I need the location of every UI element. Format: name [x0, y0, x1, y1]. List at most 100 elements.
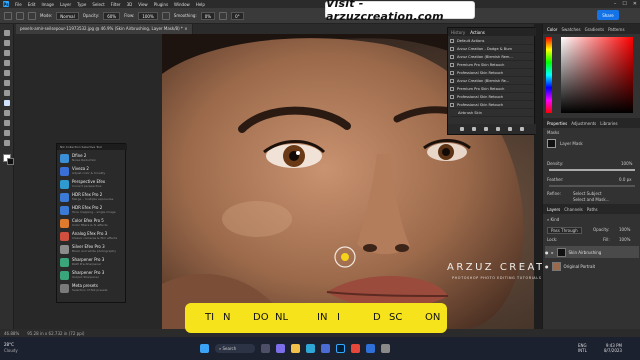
select-subject-button[interactable]: Select Subject: [573, 191, 602, 196]
eyedropper-tool-icon[interactable]: [4, 80, 10, 86]
settings-icon[interactable]: [381, 344, 390, 353]
plugin-item[interactable]: Silver Efex Pro 3 Black and white photogr…: [60, 243, 124, 256]
move-tool-icon[interactable]: [4, 30, 10, 36]
angle-field[interactable]: 0°: [231, 11, 244, 20]
dodge-tool-icon[interactable]: [4, 140, 10, 146]
airbrush-icon[interactable]: [161, 11, 170, 20]
new-set-icon[interactable]: [496, 127, 500, 131]
menu-select[interactable]: Select: [92, 2, 104, 7]
plugin-item[interactable]: Color Efex Pro 5 Color filters & fx effec…: [60, 217, 124, 230]
checkbox-icon[interactable]: [450, 102, 454, 107]
eye-icon[interactable]: ●: [545, 250, 549, 255]
healing-brush-icon[interactable]: [4, 90, 10, 96]
play-icon[interactable]: [484, 127, 488, 131]
fill-field[interactable]: 100%: [619, 237, 630, 242]
layer-opacity-field[interactable]: 100%: [619, 227, 630, 232]
windows-icon[interactable]: [200, 344, 209, 353]
plugin-item[interactable]: HDR Efex Pro 2 Tone mapping – single imag…: [60, 204, 124, 217]
menu-window[interactable]: Window: [174, 2, 190, 7]
plugin-item[interactable]: HDR Efex Pro 2 Merge – multiple exposures: [60, 191, 124, 204]
action-set-item[interactable]: Professional Skin Retouch: [450, 69, 534, 77]
menu-type[interactable]: Type: [77, 2, 86, 7]
hue-slider[interactable]: [546, 37, 552, 113]
checkbox-icon[interactable]: [450, 70, 454, 75]
feather-value[interactable]: 0.0 px: [619, 177, 632, 182]
tab-actions[interactable]: Actions: [470, 30, 485, 35]
tab-patterns[interactable]: Patterns: [608, 27, 624, 32]
tab-color[interactable]: Color: [547, 27, 557, 32]
brush-tool-icon[interactable]: [4, 100, 10, 106]
explorer-icon[interactable]: [291, 344, 300, 353]
action-set-item[interactable]: Premium Pro Skin Retouch: [450, 61, 534, 69]
action-set-item[interactable]: Default Actions: [450, 37, 534, 45]
brush-tool-icon[interactable]: [16, 11, 24, 20]
menu-plugins[interactable]: Plugins: [154, 2, 168, 7]
plugin-item[interactable]: Sharpener Pro 3 RAW Pre-Sharpener: [60, 256, 124, 269]
plugin-item[interactable]: Perspective Efex Correct perspective: [60, 178, 124, 191]
action-item[interactable]: Airbrush Skin: [450, 109, 534, 117]
layer-row[interactable]: ● Original Portrait: [545, 260, 639, 272]
new-action-icon[interactable]: [508, 127, 512, 131]
tab-history[interactable]: History: [451, 30, 465, 35]
mail-icon[interactable]: [366, 344, 375, 353]
store-icon[interactable]: [321, 344, 330, 353]
menu-filter[interactable]: Filter: [111, 2, 121, 7]
plugin-item[interactable]: Meta presets Selection of Nik presets: [60, 282, 124, 295]
tab-adjustments[interactable]: Adjustments: [571, 121, 596, 126]
feather-slider[interactable]: [549, 185, 635, 187]
tab-libraries[interactable]: Libraries: [600, 121, 617, 126]
marquee-tool-icon[interactable]: [4, 40, 10, 46]
photoshop-icon[interactable]: [336, 344, 345, 353]
action-set-item[interactable]: Premium Pro Skin Retouch: [450, 85, 534, 93]
share-button[interactable]: Share: [597, 10, 619, 20]
plugin-item[interactable]: Sharpener Pro 3 Output Sharpener: [60, 269, 124, 282]
checkbox-icon[interactable]: [450, 38, 454, 43]
action-set-item[interactable]: Arzuz Creation (Blemish Re...: [450, 77, 534, 85]
color-picker-field[interactable]: [561, 37, 633, 113]
action-set-item[interactable]: Professional Skin Retouch: [450, 101, 534, 109]
eraser-tool-icon[interactable]: [4, 120, 10, 126]
mask-thumbnail[interactable]: [547, 139, 556, 148]
mode-select[interactable]: Normal: [56, 11, 79, 20]
zoom-level[interactable]: 46.88%: [4, 331, 19, 336]
taskbar-search[interactable]: ⌕ Search: [215, 344, 255, 353]
background-color-swatch[interactable]: [7, 158, 14, 165]
menu-view[interactable]: View: [138, 2, 148, 7]
weather-widget[interactable]: 28°C Cloudy: [4, 342, 18, 354]
plugin-item[interactable]: Analog Efex Pro 3 Classic cameras & film …: [60, 230, 124, 243]
trash-icon[interactable]: [520, 127, 524, 131]
layer-mask-thumbnail[interactable]: [556, 247, 566, 257]
tab-layers[interactable]: Layers: [547, 207, 560, 212]
quick-select-tool-icon[interactable]: [4, 60, 10, 66]
language-indicator[interactable]: ENG INTL: [578, 343, 587, 353]
brush-preset-icon[interactable]: [28, 11, 36, 20]
checkbox-icon[interactable]: [450, 94, 454, 99]
task-view-icon[interactable]: [261, 344, 270, 353]
blend-mode-select[interactable]: Pass Through: [547, 227, 582, 234]
menu-help[interactable]: Help: [196, 2, 205, 7]
action-set-item[interactable]: Arzuz Creation - Dodge & Burn: [450, 45, 534, 53]
checkbox-icon[interactable]: [450, 46, 454, 51]
gradient-tool-icon[interactable]: [4, 130, 10, 136]
crop-tool-icon[interactable]: [4, 70, 10, 76]
action-set-item[interactable]: Arzuz Creation (Blemish Rem...: [450, 53, 534, 61]
smoothing-field[interactable]: 0%: [200, 11, 216, 20]
clock[interactable]: 9:43 PM 8/7/2023: [604, 343, 622, 353]
action-set-item[interactable]: Professional Skin Retouch: [450, 93, 534, 101]
tab-gradients[interactable]: Gradients: [585, 27, 605, 32]
chat-icon[interactable]: [276, 344, 285, 353]
chrome-icon[interactable]: [351, 344, 360, 353]
tab-swatches[interactable]: Swatches: [561, 27, 580, 32]
menu-layer[interactable]: Layer: [60, 2, 71, 7]
layer-thumbnail[interactable]: [551, 261, 561, 271]
minimize-button[interactable]: –: [614, 1, 617, 7]
menu-edit[interactable]: Edit: [28, 2, 36, 7]
menu-3d[interactable]: 3D: [127, 2, 133, 7]
tab-properties[interactable]: Properties: [547, 121, 567, 126]
clone-stamp-icon[interactable]: [4, 110, 10, 116]
checkbox-icon[interactable]: [450, 78, 454, 83]
gear-icon[interactable]: [219, 11, 228, 20]
menu-image[interactable]: Image: [41, 2, 54, 7]
close-button[interactable]: ✕: [633, 1, 637, 7]
eye-icon[interactable]: ●: [545, 264, 549, 269]
